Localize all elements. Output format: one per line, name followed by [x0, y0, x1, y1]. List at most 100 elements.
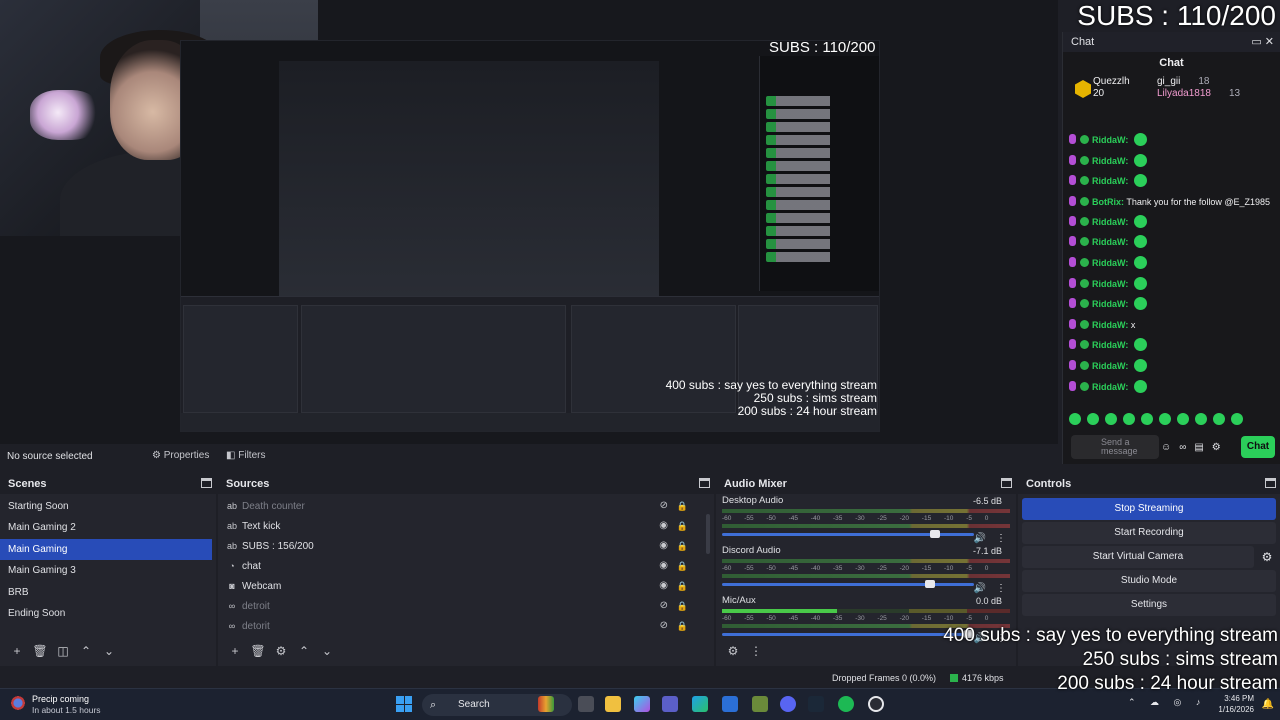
- chevron-up-icon[interactable]: ⌃: [77, 644, 95, 658]
- close-icon[interactable]: ✕: [1265, 36, 1274, 48]
- discord-icon[interactable]: [780, 696, 796, 712]
- source-list[interactable]: ab Death counter ⊘ 🔒 ab Text kick ◉ 🔒 ab SUBS : 1…: [218, 494, 714, 636]
- eye-hidden-icon[interactable]: ⊘: [660, 616, 668, 636]
- chat-username[interactable]: RiddaW:: [1092, 217, 1128, 227]
- scene-item[interactable]: Starting Soon: [0, 496, 212, 517]
- emote-row[interactable]: [1069, 412, 1275, 426]
- chat-username[interactable]: RiddaW:: [1092, 340, 1128, 350]
- file-explorer-icon[interactable]: [605, 696, 621, 712]
- float-icon[interactable]: ▭: [1251, 36, 1261, 48]
- notification-bell-icon[interactable]: 🔔: [1262, 699, 1274, 710]
- chat-username[interactable]: RiddaW:: [1092, 320, 1128, 330]
- lock-icon[interactable]: 🔒: [677, 536, 688, 556]
- eye-icon[interactable]: ◉: [659, 576, 668, 596]
- start-virtual-camera-button[interactable]: Start Virtual Camera ⚙: [1022, 546, 1272, 568]
- source-item[interactable]: ◔ chat ◉ 🔒: [218, 556, 706, 576]
- preview-canvas[interactable]: SUBS : 110/200 400 subs : say yes to eve…: [0, 0, 1058, 444]
- windows-start-icon[interactable]: [396, 696, 412, 712]
- store-icon[interactable]: [722, 696, 738, 712]
- volume-slider[interactable]: [722, 629, 974, 639]
- lock-icon[interactable]: 🔒: [677, 576, 688, 596]
- scene-list[interactable]: Starting Soon Main Gaming 2 Main Gaming Mai…: [0, 494, 216, 624]
- gear-icon[interactable]: ⚙: [272, 644, 290, 658]
- copilot-icon[interactable]: [634, 696, 650, 712]
- source-item[interactable]: ∞ detorit ⊘ 🔒: [218, 616, 706, 636]
- source-item[interactable]: ab Death counter ⊘ 🔒: [218, 496, 706, 516]
- float-icon[interactable]: [699, 478, 710, 488]
- scene-item[interactable]: Main Gaming: [0, 538, 212, 561]
- slider-knob[interactable]: [930, 530, 941, 538]
- edge-icon[interactable]: [692, 696, 708, 712]
- chat-username[interactable]: RiddaW:: [1092, 279, 1128, 289]
- eye-hidden-icon[interactable]: ⊘: [660, 596, 668, 616]
- scene-item[interactable]: Main Gaming 3: [0, 560, 212, 581]
- chat-username[interactable]: RiddaW:: [1092, 299, 1128, 309]
- sources-scrollbar[interactable]: [706, 514, 710, 554]
- scene-item[interactable]: Main Gaming 2: [0, 517, 212, 538]
- scene-filter-icon[interactable]: ◫: [54, 644, 72, 658]
- chat-username[interactable]: RiddaW:: [1092, 361, 1128, 371]
- chat-input[interactable]: Send a message: [1071, 435, 1159, 459]
- eye-icon[interactable]: ◉: [659, 516, 668, 536]
- filters-button[interactable]: ◧ Filters: [220, 447, 271, 465]
- start-recording-button[interactable]: Start Recording: [1022, 522, 1276, 544]
- settings-button[interactable]: Settings: [1022, 594, 1276, 616]
- speaker-icon[interactable]: 🔊: [974, 583, 986, 594]
- scene-item[interactable]: BRB: [0, 582, 212, 603]
- speaker-icon[interactable]: 🔊: [974, 533, 986, 544]
- chat-username[interactable]: BotRix:: [1092, 197, 1124, 207]
- chat-username[interactable]: RiddaW:: [1092, 258, 1128, 268]
- lock-icon[interactable]: 🔒: [677, 596, 688, 616]
- stop-streaming-button[interactable]: Stop Streaming: [1022, 498, 1276, 520]
- virtual-camera-gear-icon[interactable]: ⚙: [1256, 546, 1278, 568]
- slider-knob[interactable]: [925, 580, 936, 588]
- volume-slider[interactable]: [722, 529, 974, 539]
- studio-mode-button[interactable]: Studio Mode: [1022, 570, 1276, 592]
- more-icon[interactable]: ⋮: [747, 644, 765, 658]
- obs-icon[interactable]: [868, 696, 884, 712]
- trash-icon[interactable]: 🗑: [31, 644, 49, 658]
- task-view-icon[interactable]: [578, 696, 594, 712]
- source-item[interactable]: ab SUBS : 156/200 ◉ 🔒: [218, 536, 706, 556]
- mixer-settings-icon[interactable]: ⚙: [724, 644, 742, 658]
- chat-message-list[interactable]: RiddaW: RiddaW: RiddaW: BotRix: Thank yo…: [1069, 130, 1275, 430]
- float-icon[interactable]: [1001, 478, 1012, 488]
- chevron-down-icon[interactable]: ⌄: [100, 644, 118, 658]
- scene-item[interactable]: Ending Soon: [0, 603, 212, 624]
- chili-app-icon[interactable]: [538, 696, 554, 712]
- source-item[interactable]: ∞ detroit ⊘ 🔒: [218, 596, 706, 616]
- chat-username[interactable]: RiddaW:: [1092, 156, 1128, 166]
- add-icon[interactable]: +: [8, 644, 26, 658]
- chat-username[interactable]: RiddaW:: [1092, 237, 1128, 247]
- chevron-down-icon[interactable]: ⌄: [318, 644, 336, 658]
- eye-icon[interactable]: ◉: [659, 556, 668, 576]
- properties-button[interactable]: ⚙ Properties: [146, 447, 215, 465]
- eye-hidden-icon[interactable]: ⊘: [660, 496, 668, 516]
- chevron-up-icon[interactable]: ⌃: [295, 644, 313, 658]
- app-icon[interactable]: [752, 696, 768, 712]
- spotify-icon[interactable]: [838, 696, 854, 712]
- source-item[interactable]: ab Text kick ◉ 🔒: [218, 516, 706, 536]
- lock-icon[interactable]: 🔒: [677, 496, 688, 516]
- lock-icon[interactable]: 🔒: [677, 556, 688, 576]
- source-item[interactable]: ◙ Webcam ◉ 🔒: [218, 576, 706, 596]
- chat-username[interactable]: RiddaW:: [1092, 176, 1128, 186]
- float-icon[interactable]: [1265, 478, 1276, 488]
- clock[interactable]: 3:46 PM 1/16/2026: [1218, 693, 1254, 715]
- more-icon[interactable]: ⋮: [996, 583, 1006, 594]
- teams-icon[interactable]: [662, 696, 678, 712]
- lock-icon[interactable]: 🔒: [677, 616, 688, 636]
- eye-icon[interactable]: ◉: [659, 536, 668, 556]
- volume-slider[interactable]: [722, 579, 974, 589]
- more-icon[interactable]: ⋮: [996, 533, 1006, 544]
- chat-username[interactable]: RiddaW:: [1092, 135, 1128, 145]
- float-icon[interactable]: [201, 478, 212, 488]
- add-icon[interactable]: +: [226, 644, 244, 658]
- chat-input-tools[interactable]: ☺∞▤⚙: [1161, 442, 1229, 453]
- steam-icon[interactable]: [808, 696, 824, 712]
- chat-username[interactable]: RiddaW:: [1092, 382, 1128, 392]
- trash-icon[interactable]: 🗑: [249, 644, 267, 658]
- system-tray[interactable]: ⌃ ☁ ◎ ♪: [1128, 697, 1206, 708]
- chat-send-button[interactable]: Chat: [1241, 436, 1275, 458]
- lock-icon[interactable]: 🔒: [677, 516, 688, 536]
